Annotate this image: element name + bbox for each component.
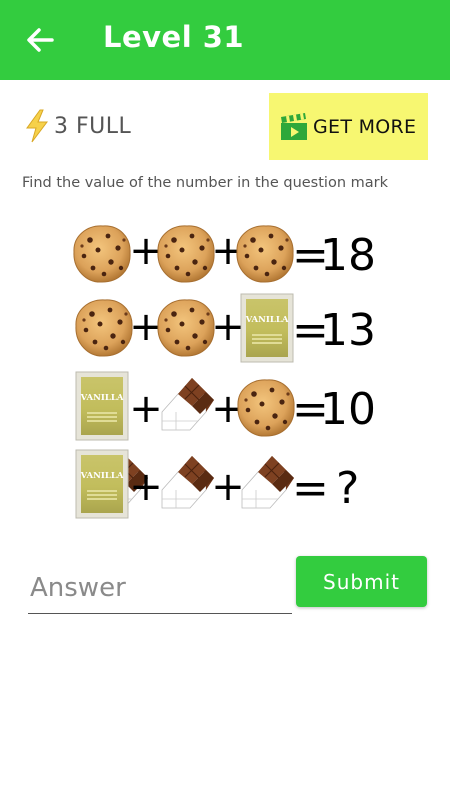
equation-row-1: + + = 18 [73,225,376,283]
operator-plus: + [211,228,245,274]
equation-result: 13 [320,305,376,356]
cookie-icon [236,225,294,283]
equation-equals: = [292,305,329,356]
cookie-icon [75,299,133,357]
equation-result: ? [322,463,359,514]
operator-plus: + [211,464,245,510]
chocolate-bar-icon [161,455,215,509]
vanilla-pack-icon [75,371,129,441]
energy-indicator: 3 FULL [24,108,131,144]
equation-equals: = [292,230,329,281]
vanilla-pack-icon [75,449,129,519]
equation-result: 18 [320,230,376,281]
answer-input[interactable] [28,563,292,614]
chocolate-bar-icon [95,455,149,509]
operator-plus: + [129,304,163,350]
vanilla-pack-icon [240,293,294,363]
lightning-bolt-icon [26,109,48,143]
cookie-icon [157,225,215,283]
equation-equals: = [292,384,329,435]
chocolate-bar-icon [161,377,215,431]
equation-row-4: + + = ? [75,449,359,519]
operator-plus: + [211,304,245,350]
cookie-icon [237,379,295,437]
get-more-button[interactable]: GET MORE [269,93,428,160]
equation-row-2: + + = 13 [75,293,376,363]
chocolate-bar-icon [241,455,295,509]
submit-button[interactable]: Submit [296,556,427,607]
equation-equals: = [292,463,329,514]
equation-row-3: + + = 10 [75,371,376,441]
arrow-back-icon[interactable] [22,22,58,58]
operator-plus: + [129,228,163,274]
operator-plus: + [129,464,163,510]
video-clapper-icon [281,112,307,140]
page-title: Level 31 [103,20,245,54]
get-more-label: GET MORE [313,115,417,138]
app-bar: Level 31 [0,0,450,80]
cookie-icon [73,225,131,283]
equation-result: 10 [320,384,376,435]
operator-plus: + [129,386,163,432]
operator-plus: + [211,386,245,432]
cookie-icon [157,299,215,357]
question-text: Find the value of the number in the ques… [22,175,388,191]
energy-count: 3 FULL [54,113,132,139]
